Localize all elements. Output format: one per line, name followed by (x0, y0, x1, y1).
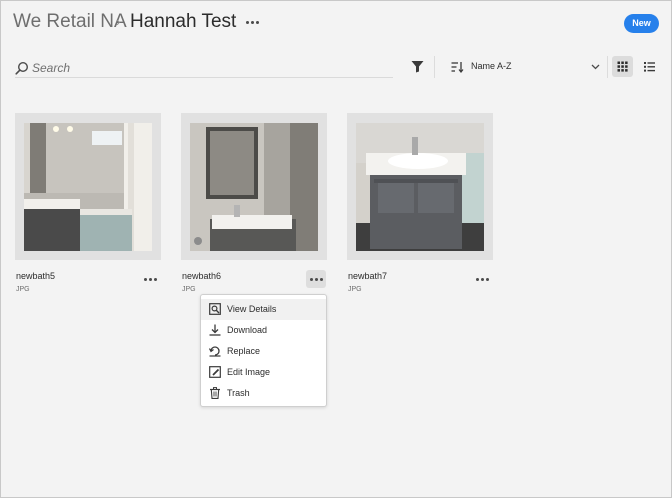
toolbar-divider (607, 56, 608, 78)
grid-view-icon (617, 61, 628, 72)
view-details-icon (209, 303, 221, 315)
replace-icon (209, 346, 221, 357)
ellipsis-icon (472, 270, 492, 288)
sort-icon (451, 62, 464, 73)
search-input[interactable] (32, 60, 387, 76)
asset-name: newbath5 (16, 271, 56, 281)
asset-card-newbath5[interactable]: newbath5 JPG (15, 113, 161, 298)
asset-name: newbath6 (182, 271, 222, 281)
header-bar: We Retail NA › Hannah Test New (1, 1, 671, 47)
chevron-down-icon (591, 64, 600, 70)
toolbar-divider (434, 56, 435, 78)
asset-thumbnail-frame (347, 113, 493, 260)
menu-item-edit-image[interactable]: Edit Image (201, 362, 326, 383)
menu-item-download[interactable]: Download (201, 320, 326, 341)
header-more-button[interactable] (243, 13, 261, 31)
ellipsis-icon (306, 270, 326, 288)
asset-type: JPG (182, 286, 196, 293)
download-icon (209, 324, 221, 336)
sort-dropdown[interactable]: Name A-Z (451, 59, 601, 75)
ellipsis-icon (140, 270, 160, 288)
list-view-button[interactable] (639, 56, 660, 77)
filter-icon[interactable] (411, 60, 424, 73)
trash-icon (210, 387, 220, 399)
sort-label: Name A-Z (471, 61, 512, 71)
new-button[interactable]: New (624, 14, 659, 33)
menu-item-trash[interactable]: Trash (201, 383, 326, 404)
asset-type: JPG (348, 286, 362, 293)
asset-thumbnail-image (190, 123, 318, 251)
menu-item-label: Edit Image (227, 367, 271, 377)
search-icon (15, 61, 29, 75)
breadcrumb-separator: › (116, 14, 121, 29)
context-menu: View Details Download Replace Edit Image… (200, 294, 327, 407)
search-bar (15, 59, 393, 78)
breadcrumb-root[interactable]: We Retail NA (13, 11, 127, 33)
asset-thumbnail-frame (181, 113, 327, 260)
edit-image-icon (209, 366, 221, 378)
ellipsis-icon (243, 13, 261, 31)
grid-view-button[interactable] (612, 56, 633, 77)
menu-item-view-details[interactable]: View Details (201, 299, 326, 320)
page-title: Hannah Test (130, 11, 237, 32)
list-view-icon (644, 62, 655, 72)
asset-more-button[interactable] (472, 270, 492, 288)
menu-item-label: Replace (227, 346, 261, 356)
menu-item-label: Download (227, 325, 268, 335)
asset-type: JPG (16, 286, 30, 293)
asset-more-button[interactable] (306, 270, 326, 288)
app-window: We Retail NA › Hannah Test New Name A-Z (0, 0, 672, 498)
asset-thumbnail-image (356, 123, 484, 251)
asset-name: newbath7 (348, 271, 388, 281)
asset-card-newbath7[interactable]: newbath7 JPG (347, 113, 493, 298)
menu-item-label: Trash (227, 388, 250, 398)
menu-item-label: View Details (227, 304, 277, 314)
asset-more-button[interactable] (140, 270, 160, 288)
menu-item-replace[interactable]: Replace (201, 341, 326, 362)
asset-card-newbath6[interactable]: newbath6 JPG (181, 113, 327, 298)
asset-thumbnail-frame (15, 113, 161, 260)
asset-thumbnail-image (24, 123, 152, 251)
